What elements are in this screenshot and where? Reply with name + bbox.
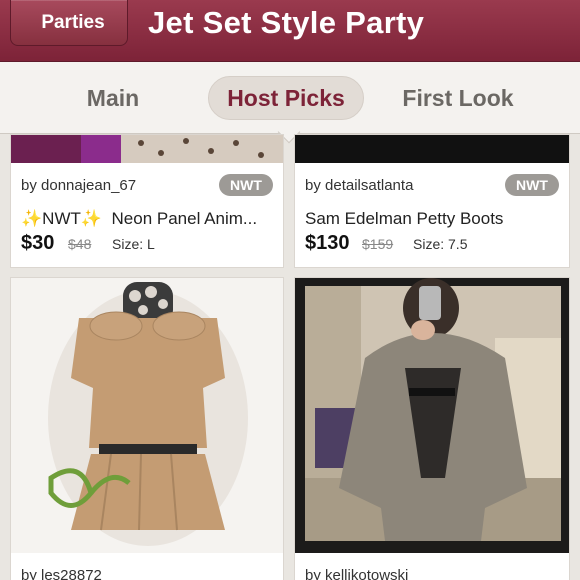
seller-name[interactable]: by kellikotowski: [305, 567, 408, 580]
product-title[interactable]: ✨NWT✨ Neon Panel Anim...: [21, 209, 257, 229]
size-label: Size: 7.5: [413, 236, 468, 252]
seller-name[interactable]: by donnajean_67: [21, 177, 136, 194]
page-title: Jet Set Style Party: [148, 5, 425, 40]
listing-card[interactable]: by kellikotowski: [294, 277, 570, 580]
sparkle-icon: ✨: [80, 209, 103, 228]
tab-host-picks[interactable]: Host Picks: [208, 76, 364, 120]
seller-name[interactable]: by les28872: [21, 567, 102, 580]
tab-first-look[interactable]: First Look: [390, 76, 526, 120]
tab-main[interactable]: Main: [60, 76, 166, 120]
back-button[interactable]: Parties: [10, 0, 128, 46]
seller-name[interactable]: by detailsatlanta: [305, 177, 413, 194]
original-price: $159: [362, 236, 394, 252]
product-image: [295, 135, 569, 163]
nwt-badge: NWT: [219, 174, 273, 196]
product-image: [11, 278, 283, 553]
sparkle-icon: ✨: [21, 209, 43, 228]
listing-card[interactable]: by detailsatlanta NWT Sam Edelman Petty …: [294, 134, 570, 268]
product-image: [295, 278, 569, 553]
price: $130: [305, 232, 350, 254]
listing-card[interactable]: by donnajean_67 NWT ✨NWT✨ Neon Panel Ani…: [10, 134, 284, 268]
product-title[interactable]: Sam Edelman Petty Boots: [305, 209, 503, 229]
listing-card[interactable]: by les28872: [10, 277, 284, 580]
original-price: $48: [68, 236, 92, 252]
product-image: [11, 135, 283, 163]
price: $30: [21, 232, 55, 254]
size-label: Size: L: [112, 236, 155, 252]
header-bar: Parties Jet Set Style Party: [0, 0, 580, 62]
nwt-badge: NWT: [505, 174, 559, 196]
